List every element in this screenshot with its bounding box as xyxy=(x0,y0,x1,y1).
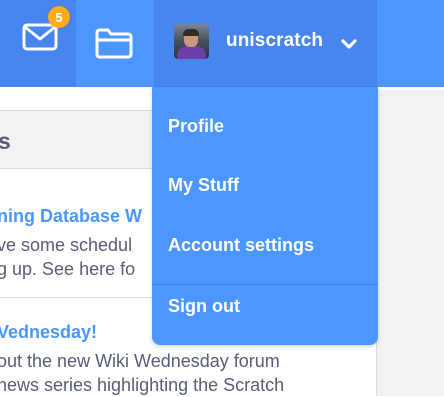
envelope-icon xyxy=(22,23,58,51)
news-item-title[interactable]: ning Database W xyxy=(0,206,142,227)
top-nav-bar: 5 uniscratch xyxy=(0,0,444,87)
messages-icon-wrap: 5 xyxy=(22,6,70,56)
menu-item-profile[interactable]: Profile xyxy=(168,116,224,137)
username-label: uniscratch xyxy=(226,29,324,51)
my-stuff-button[interactable] xyxy=(76,0,154,87)
news-item-title[interactable]: Vednesday! xyxy=(0,322,97,343)
menu-item-my-stuff[interactable]: My Stuff xyxy=(168,175,239,196)
account-dropdown-menu: Profile My Stuff Account settings Sign o… xyxy=(152,87,378,345)
menu-item-account-settings[interactable]: Account settings xyxy=(168,235,314,256)
account-menu-toggle[interactable]: uniscratch xyxy=(154,0,377,87)
news-panel-title: s xyxy=(0,128,11,154)
news-item-body-line: out the new Wiki Wednesday forum xyxy=(0,351,280,371)
news-item-body-line: news series highlighting the Scratch xyxy=(0,375,285,395)
chevron-down-icon xyxy=(341,38,357,51)
page-background-strip xyxy=(376,90,444,396)
message-count-badge: 5 xyxy=(48,6,70,28)
menu-divider xyxy=(152,284,378,285)
avatar xyxy=(174,24,209,59)
menu-item-sign-out[interactable]: Sign out xyxy=(168,296,240,317)
folder-icon xyxy=(95,28,133,58)
messages-button[interactable]: 5 xyxy=(0,0,76,87)
news-item-body-line: ve some schedul xyxy=(0,235,133,255)
news-item-body-line: g up. See here fo xyxy=(0,259,136,279)
